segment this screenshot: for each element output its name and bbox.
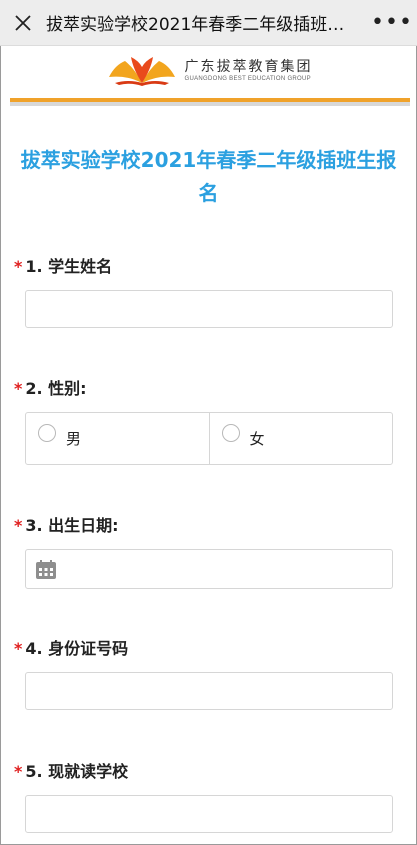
question-5-label: * 5. 现就读学校 xyxy=(14,758,128,782)
gender-option-label: 女 xyxy=(249,430,265,448)
birth-date-picker[interactable] xyxy=(25,549,393,589)
gender-option-male[interactable]: 男 xyxy=(26,413,209,464)
form-title-line1: 拔萃实验学校2021年春季二年级插班生报 xyxy=(20,148,397,172)
logo-header: 广东拔萃教育集团 GUANGDONG BEST EDUCATION GROUP xyxy=(0,46,417,96)
required-mark: * xyxy=(14,639,23,658)
gender-option-female[interactable]: 女 xyxy=(208,413,393,464)
question-3-text: 3. 出生日期: xyxy=(25,516,119,535)
id-number-input[interactable] xyxy=(25,672,393,710)
question-4-label: * 4. 身份证号码 xyxy=(14,635,128,659)
question-2-text: 2. 性别: xyxy=(25,379,87,398)
close-icon xyxy=(15,14,31,31)
radio-icon[interactable] xyxy=(221,423,240,442)
question-1-text: 1. 学生姓名 xyxy=(25,257,113,276)
title-bar: 拔萃实验学校2021年春季二年级插班生... ••• xyxy=(0,0,417,46)
required-mark: * xyxy=(14,516,23,535)
form-title-line2: 名 xyxy=(198,181,219,205)
question-5-text: 5. 现就读学校 xyxy=(25,762,129,781)
logo-chinese-text: 广东拔萃教育集团 xyxy=(184,59,313,75)
calendar-icon xyxy=(36,560,56,579)
logo-english-text: GUANGDONG BEST EDUCATION GROUP xyxy=(184,76,311,82)
student-name-input[interactable] xyxy=(25,290,393,328)
gender-radio-group: 男 女 xyxy=(25,412,393,465)
more-menu-button[interactable]: ••• xyxy=(367,0,417,46)
gender-option-label: 男 xyxy=(66,430,82,448)
question-4-text: 4. 身份证号码 xyxy=(25,639,129,658)
question-1-label: * 1. 学生姓名 xyxy=(14,253,112,277)
current-school-input[interactable] xyxy=(25,795,393,833)
radio-icon[interactable] xyxy=(38,423,56,442)
form-title: 拔萃实验学校2021年春季二年级插班生报 名 xyxy=(0,144,417,210)
required-mark: * xyxy=(14,762,23,781)
page-title: 拔萃实验学校2021年春季二年级插班生... xyxy=(46,15,361,35)
required-mark: * xyxy=(14,257,23,276)
required-mark: * xyxy=(14,379,23,398)
question-2-label: * 2. 性别: xyxy=(14,375,87,399)
book-logo-icon xyxy=(108,57,175,86)
header-divider-gray xyxy=(10,102,410,106)
question-3-label: * 3. 出生日期: xyxy=(14,512,119,536)
close-button[interactable] xyxy=(0,0,46,46)
